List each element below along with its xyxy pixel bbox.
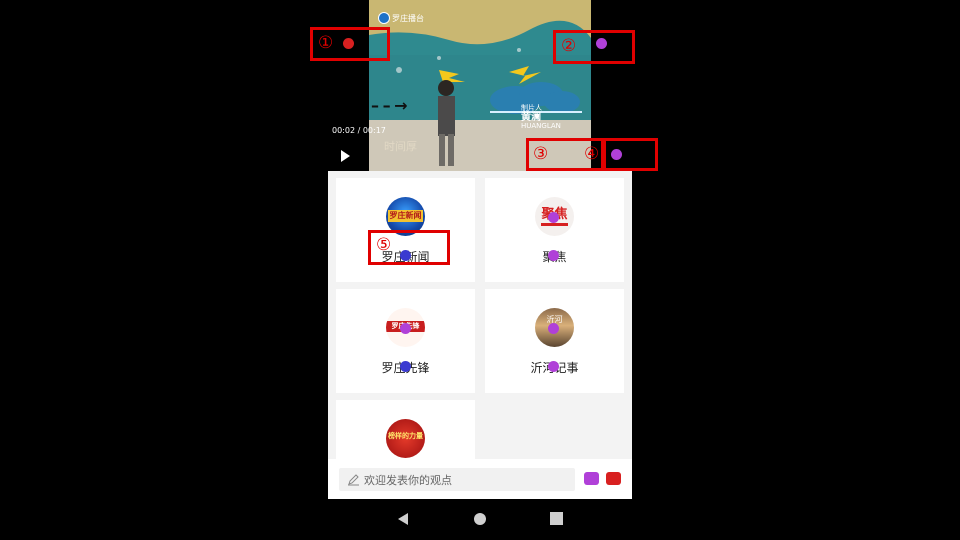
share-icon[interactable] (606, 472, 621, 485)
producer-credit: 制片人 黄澜 HUANGLAN (521, 104, 561, 131)
video-player[interactable]: 罗庄播台 – – → 制片人 黄澜 HUANGLAN 时间厚 00:02 / 0… (0, 0, 960, 171)
touch-dot-purple (400, 323, 411, 334)
channel-logo: 罗庄播台 (378, 12, 424, 24)
annotation-label-2: ② (561, 36, 577, 56)
annotation-label-3: ③ (533, 144, 549, 164)
overlay-arrow: – – → (371, 96, 408, 115)
recents-icon[interactable] (550, 512, 563, 525)
column-grid: 罗庄新闻 罗庄新闻 聚焦 聚焦 罗庄先锋 罗庄先锋 沂河 沂河记事 榜样的力量 (328, 171, 632, 459)
role-model-thumbnail-text: 榜样的力量 (388, 432, 423, 440)
touch-dot-purple (548, 361, 559, 372)
touch-dot-red (343, 38, 354, 49)
touch-dot-blue (400, 250, 411, 261)
system-nav-bar (0, 499, 960, 540)
producer-pinyin: HUANGLAN (521, 122, 561, 130)
column-card-pioneer[interactable]: 罗庄先锋 罗庄先锋 (336, 289, 475, 393)
overlay-caption: 时间厚 (384, 140, 417, 153)
touch-dot-purple (548, 212, 559, 223)
pencil-icon (348, 474, 359, 486)
touch-dot-purple (548, 250, 559, 261)
annotation-label-4: ④ (584, 144, 600, 164)
news-thumbnail-text: 罗庄新闻 (388, 210, 423, 222)
comment-placeholder: 欢迎发表你的观点 (364, 473, 452, 487)
column-card-focus[interactable]: 聚焦 聚焦 (485, 178, 624, 282)
comment-icon[interactable] (584, 472, 599, 485)
touch-dot-blue (400, 361, 411, 372)
touch-dot-purple (548, 323, 559, 334)
channel-logo-icon (378, 12, 390, 24)
role-model-thumbnail: 榜样的力量 (386, 419, 425, 458)
play-icon (341, 150, 350, 162)
play-button[interactable] (338, 148, 352, 162)
annotation-label-1: ① (318, 33, 334, 53)
channel-logo-text: 罗庄播台 (392, 13, 424, 23)
touch-dot-purple (611, 149, 622, 160)
comment-input[interactable]: 欢迎发表你的观点 (339, 468, 575, 491)
producer-name: 黄澜 (521, 112, 541, 123)
back-icon[interactable] (396, 512, 410, 526)
video-time: 00:02 / 00:17 (332, 126, 386, 135)
home-icon[interactable] (473, 512, 487, 526)
comment-bar: 欢迎发表你的观点 (328, 459, 632, 499)
touch-dot-purple (596, 38, 607, 49)
annotation-label-5: ⑤ (376, 235, 392, 255)
column-card-role-model[interactable]: 榜样的力量 (336, 400, 475, 459)
column-card-river[interactable]: 沂河 沂河记事 (485, 289, 624, 393)
